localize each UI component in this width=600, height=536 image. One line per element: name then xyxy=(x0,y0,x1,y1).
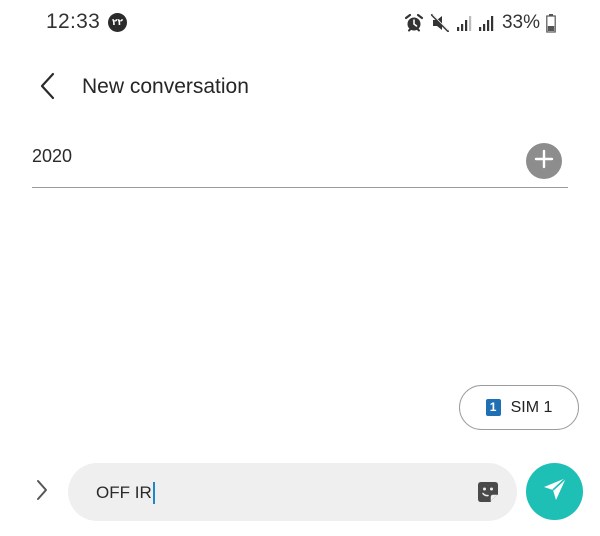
battery-percent: 33% xyxy=(501,12,540,33)
alarm-icon xyxy=(404,13,424,33)
sticker-button[interactable] xyxy=(475,479,501,505)
send-icon xyxy=(541,475,569,508)
add-recipient-button[interactable] xyxy=(526,143,562,179)
text-caret xyxy=(152,482,155,504)
sim-label: SIM 1 xyxy=(510,398,553,416)
signal-2-icon xyxy=(478,14,494,32)
plus-icon xyxy=(534,149,554,174)
status-bar: 12:33 ۲۲ 33% xyxy=(0,0,600,46)
page-title: New conversation xyxy=(82,75,249,98)
status-icons: 33% xyxy=(404,11,556,35)
message-text: OFF IR xyxy=(96,483,152,502)
notification-badge: ۲۲ xyxy=(108,13,127,32)
sim-selector-button[interactable]: 1 SIM 1 xyxy=(459,385,579,430)
mute-icon xyxy=(430,13,450,33)
app-header: New conversation xyxy=(0,64,600,112)
recipient-field: 2020 xyxy=(32,134,568,188)
sim-badge: 1 xyxy=(485,399,501,416)
back-button[interactable] xyxy=(30,70,66,106)
expand-attachments-button[interactable] xyxy=(28,476,56,508)
status-time: 12:33 xyxy=(46,10,101,33)
message-input[interactable]: OFF IR xyxy=(96,482,155,504)
signal-1-icon xyxy=(456,14,472,32)
battery-icon xyxy=(546,13,556,33)
chevron-left-icon xyxy=(39,72,57,105)
recipient-input[interactable]: 2020 xyxy=(32,146,72,167)
send-button[interactable] xyxy=(526,463,583,520)
chevron-right-icon xyxy=(35,478,49,507)
message-field[interactable]: OFF IR xyxy=(68,463,517,521)
sticker-icon xyxy=(475,482,501,509)
